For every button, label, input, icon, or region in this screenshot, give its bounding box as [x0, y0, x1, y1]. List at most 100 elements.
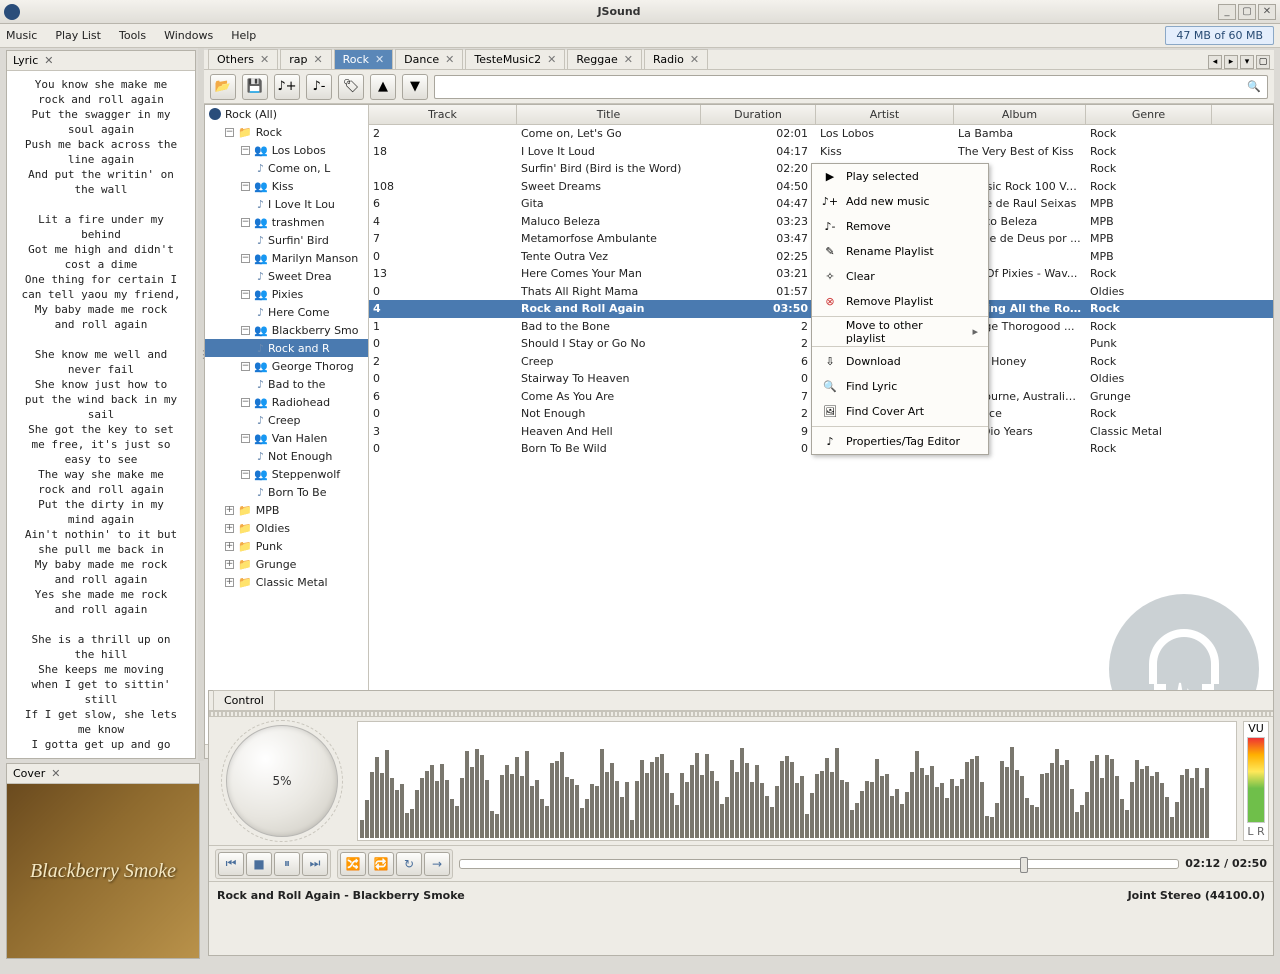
save-button[interactable]: 💾 — [242, 74, 268, 100]
tree-row[interactable]: −👥 Kiss — [205, 177, 368, 195]
context-menu-item[interactable]: 🖼Find Cover Art — [812, 399, 988, 424]
menu-windows[interactable]: Windows — [164, 29, 213, 42]
context-menu-item[interactable]: ♪Properties/Tag Editor — [812, 429, 988, 454]
tree-row[interactable]: ♪ Born To Be — [205, 483, 368, 501]
move-up-button[interactable]: ▲ — [370, 74, 396, 100]
tree-row[interactable]: Rock (All) — [205, 105, 368, 123]
tree-row[interactable]: −👥 Van Halen — [205, 429, 368, 447]
tab-scroll-left[interactable]: ◂ — [1208, 55, 1222, 69]
menu-help[interactable]: Help — [231, 29, 256, 42]
tree-row[interactable]: −👥 George Thorog — [205, 357, 368, 375]
context-menu-item[interactable]: Move to other playlist▸ — [812, 319, 988, 344]
tree-row[interactable]: ♪ Rock and R — [205, 339, 368, 357]
context-menu-item[interactable]: ✎Rename Playlist — [812, 239, 988, 264]
playlist-tab[interactable]: Dance✕ — [395, 49, 463, 69]
context-menu-item[interactable]: ✧Clear — [812, 264, 988, 289]
next-button[interactable]: ⏭ — [302, 852, 328, 876]
column-header[interactable]: Title — [517, 105, 701, 124]
tree-row[interactable]: ♪ Surfin' Bird — [205, 231, 368, 249]
open-button[interactable]: 📂 — [210, 74, 236, 100]
playlist-tab[interactable]: TesteMusic2✕ — [465, 49, 565, 69]
tab-close-icon[interactable]: ✕ — [624, 53, 633, 66]
search-icon[interactable]: 🔍 — [1247, 80, 1261, 93]
volume-knob[interactable]: 5% — [226, 725, 338, 837]
playlist-tab[interactable]: Rock✕ — [334, 49, 394, 69]
tab-menu-button[interactable]: ▾ — [1240, 55, 1254, 69]
tree-row[interactable]: −👥 trashmen — [205, 213, 368, 231]
stop-button[interactable]: ■ — [246, 852, 272, 876]
tree-row[interactable]: +📁 MPB — [205, 501, 368, 519]
cover-close-icon[interactable]: ✕ — [51, 767, 60, 780]
tree-row[interactable]: −👥 Marilyn Manson — [205, 249, 368, 267]
tree-row[interactable]: −👥 Steppenwolf — [205, 465, 368, 483]
context-menu-item[interactable]: ♪+Add new music — [812, 189, 988, 214]
tab-scroll-right[interactable]: ▸ — [1224, 55, 1238, 69]
add-music-button[interactable]: ♪+ — [274, 74, 300, 100]
progress-slider[interactable] — [459, 859, 1179, 869]
tab-close-icon[interactable]: ✕ — [260, 53, 269, 66]
context-menu-item[interactable]: ⇩Download — [812, 349, 988, 374]
search-input[interactable] — [441, 80, 1247, 93]
context-menu-item[interactable]: ♪-Remove — [812, 214, 988, 239]
tree-row[interactable]: ♪ Not Enough — [205, 447, 368, 465]
playlist-tab[interactable]: Reggae✕ — [567, 49, 642, 69]
close-button[interactable]: ✕ — [1258, 4, 1276, 20]
tree-row[interactable]: ♪ Bad to the — [205, 375, 368, 393]
tree-panel[interactable]: Rock (All)−📁 Rock−👥 Los Lobos♪ Come on, … — [205, 105, 369, 758]
pause-button[interactable]: ⏸ — [274, 852, 300, 876]
tree-row[interactable]: −👥 Radiohead — [205, 393, 368, 411]
tree-row[interactable]: +📁 Punk — [205, 537, 368, 555]
tree-row[interactable]: ♪ Sweet Drea — [205, 267, 368, 285]
column-header[interactable]: Artist — [816, 105, 954, 124]
maximize-button[interactable]: ▢ — [1238, 4, 1256, 20]
tab-close-icon[interactable]: ✕ — [690, 53, 699, 66]
menu-playlist[interactable]: Play List — [55, 29, 101, 42]
prev-button[interactable]: ⏮ — [218, 852, 244, 876]
forward-button[interactable]: → — [424, 852, 450, 876]
tree-row[interactable]: ♪ Come on, L — [205, 159, 368, 177]
lyric-tab-label[interactable]: Lyric — [13, 54, 38, 67]
tree-row[interactable]: +📁 Classic Metal — [205, 573, 368, 591]
tab-close-icon[interactable]: ✕ — [313, 53, 322, 66]
playlist-tab[interactable]: Others✕ — [208, 49, 278, 69]
search-box[interactable]: 🔍 — [434, 75, 1268, 99]
tab-close-icon[interactable]: ✕ — [547, 53, 556, 66]
lyric-close-icon[interactable]: ✕ — [44, 54, 53, 67]
reload-button[interactable]: ↻ — [396, 852, 422, 876]
context-menu-item[interactable]: 🔍Find Lyric — [812, 374, 988, 399]
menu-tools[interactable]: Tools — [119, 29, 146, 42]
shuffle-button[interactable]: 🔀 — [340, 852, 366, 876]
tree-row[interactable]: −👥 Pixies — [205, 285, 368, 303]
tab-close-icon[interactable]: ✕ — [375, 53, 384, 66]
tree-row[interactable]: +📁 Grunge — [205, 555, 368, 573]
tag-button[interactable]: 🏷 — [338, 74, 364, 100]
context-menu-item[interactable]: ⊗Remove Playlist — [812, 289, 988, 314]
minimize-button[interactable]: _ — [1218, 4, 1236, 20]
tree-row[interactable]: +📁 Oldies — [205, 519, 368, 537]
tracklist-header[interactable]: TrackTitleDurationArtistAlbumGenre — [369, 105, 1273, 125]
tree-row[interactable]: ♪ I Love It Lou — [205, 195, 368, 213]
track-row[interactable]: 2Come on, Let's Go02:01Los LobosLa Bamba… — [369, 125, 1273, 143]
column-header[interactable]: Track — [369, 105, 517, 124]
context-menu[interactable]: ▶Play selected♪+Add new music♪-Remove✎Re… — [811, 163, 989, 455]
context-menu-item[interactable]: ▶Play selected — [812, 164, 988, 189]
track-row[interactable]: 18I Love It Loud04:17KissThe Very Best o… — [369, 143, 1273, 161]
cover-tab-label[interactable]: Cover — [13, 767, 45, 780]
repeat-button[interactable]: 🔁 — [368, 852, 394, 876]
control-tab-label[interactable]: Control — [213, 690, 275, 710]
playlist-tab[interactable]: rap✕ — [280, 49, 331, 69]
tree-row[interactable]: −👥 Blackberry Smo — [205, 321, 368, 339]
playlist-tab[interactable]: Radio✕ — [644, 49, 708, 69]
tree-row[interactable]: −👥 Los Lobos — [205, 141, 368, 159]
tree-row[interactable]: ♪ Here Come — [205, 303, 368, 321]
tree-row[interactable]: −📁 Rock — [205, 123, 368, 141]
column-header[interactable]: Duration — [701, 105, 816, 124]
tree-row[interactable]: ♪ Creep — [205, 411, 368, 429]
column-header[interactable]: Album — [954, 105, 1086, 124]
tab-close-icon[interactable]: ✕ — [445, 53, 454, 66]
column-header[interactable]: Genre — [1086, 105, 1212, 124]
remove-music-button[interactable]: ♪- — [306, 74, 332, 100]
tab-maximize-button[interactable]: ▢ — [1256, 55, 1270, 69]
menu-music[interactable]: Music — [6, 29, 37, 42]
move-down-button[interactable]: ▼ — [402, 74, 428, 100]
